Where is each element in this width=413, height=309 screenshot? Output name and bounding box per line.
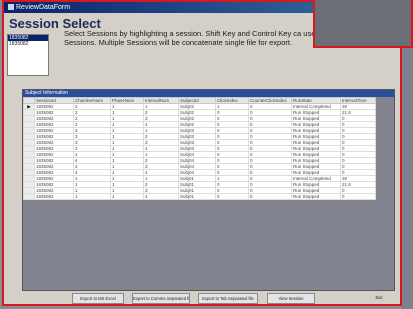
table-cell[interactable]: 1 <box>73 193 111 200</box>
table-cell[interactable]: Subj01 <box>178 193 216 200</box>
table-cell[interactable]: 1 <box>110 193 144 200</box>
table-cell[interactable]: 0 <box>248 193 292 200</box>
window-icon <box>8 4 14 10</box>
table-cell[interactable]: 0 <box>215 193 249 200</box>
table-row[interactable]: 1835082 1 1 4 Subj01 0 0 Run Stopped 0 <box>23 193 376 200</box>
export-tab-button[interactable]: Export to Tab Separated file <box>198 293 258 304</box>
table-cell[interactable]: 1835082 <box>34 193 74 200</box>
overlay-panel <box>313 0 413 48</box>
column-header[interactable]: CounterClickIndex <box>248 97 292 104</box>
row-selector[interactable] <box>23 193 35 200</box>
window-title: ReviewDataForm <box>16 4 71 11</box>
grid-title: Subject Information <box>23 90 394 97</box>
export-excel-button[interactable]: Export to MS Excel <box>72 293 124 304</box>
exit-button[interactable]: Exit <box>364 293 394 304</box>
subject-info-grid: Subject Information SessionId ChamberNum… <box>22 89 395 291</box>
data-table: SessionId ChamberNum PhaseNum IntervalNu… <box>23 97 376 200</box>
session-item[interactable]: 1835082 <box>8 41 48 47</box>
session-listbox[interactable]: 1835082 1835082 <box>7 34 49 76</box>
button-bar: Export to MS Excel Export to Comma Separ… <box>4 293 400 304</box>
table-cell[interactable]: 0 <box>340 193 376 200</box>
export-comma-button[interactable]: Export to Comma Separated file <box>132 293 190 304</box>
table-cell[interactable]: Run Stopped <box>291 193 341 200</box>
grid-body: ▶ 1835082 2 1 1 Subj02 1 0 Interval Completed 30 1… <box>23 103 376 200</box>
table-cell[interactable]: 4 <box>143 193 179 200</box>
view-session-button[interactable]: View Session <box>267 293 315 304</box>
